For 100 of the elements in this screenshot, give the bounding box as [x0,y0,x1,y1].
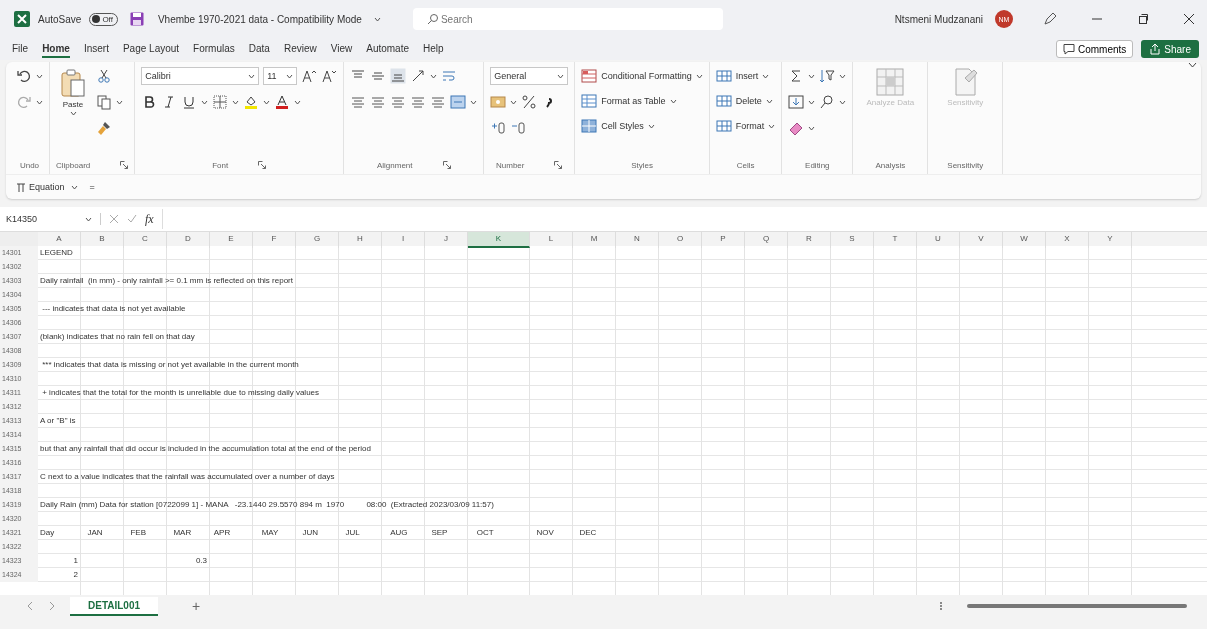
menu-tab[interactable]: Automate [366,40,410,58]
undo-icon[interactable] [16,68,32,84]
column-header[interactable]: F [253,232,296,248]
menu-tab[interactable]: File [12,40,29,58]
menu-tab[interactable]: Formulas [193,40,235,58]
column-header[interactable]: H [339,232,382,248]
column-header[interactable]: G [296,232,339,248]
caret-icon[interactable] [510,99,518,105]
caret-icon[interactable] [839,99,847,105]
command-button[interactable]: Cell Styles [581,116,703,136]
caret-icon[interactable] [808,73,816,79]
decrease-decimal-icon[interactable] [510,120,527,136]
column-header[interactable]: B [81,232,124,248]
share-button[interactable]: Share [1141,40,1199,58]
command-button[interactable]: Format [715,116,776,136]
caret-icon[interactable] [286,73,294,79]
insert-function-button[interactable]: fx [145,211,154,227]
sheet-tab[interactable]: DETAIL001 [70,596,159,616]
column-header[interactable]: T [874,232,917,248]
check-icon[interactable] [127,214,137,224]
previous-sheet-icon[interactable] [26,601,34,611]
column-header[interactable]: R [788,232,831,248]
next-sheet-icon[interactable] [48,601,56,611]
caret-icon[interactable] [762,73,770,79]
caret-icon[interactable] [430,73,438,79]
copy-icon[interactable] [96,94,112,110]
caret-icon[interactable] [647,123,655,129]
equation-button[interactable]: Equation [16,182,65,192]
paintbrush-icon[interactable] [96,120,112,136]
more-options-icon[interactable] [939,601,943,611]
comments-button[interactable]: Comments [1055,40,1134,58]
caret-icon[interactable] [768,123,776,129]
fill-icon[interactable] [788,94,805,110]
increase-font-size-icon[interactable] [301,68,318,84]
menu-tab[interactable]: Home [42,40,70,58]
orientation-icon[interactable] [410,68,427,84]
column-header[interactable]: P [702,232,745,248]
column-header[interactable]: U [917,232,960,248]
caret-icon[interactable] [557,73,565,79]
dialog-launcher-icon[interactable] [554,161,563,169]
column-header[interactable]: M [573,232,616,248]
column-header[interactable]: O [659,232,702,248]
percent-icon[interactable] [521,94,538,110]
dialog-launcher-icon[interactable] [258,161,267,169]
caret-icon[interactable] [695,73,703,79]
column-header[interactable]: D [167,232,210,248]
menu-tab[interactable]: Insert [83,40,109,58]
document-title[interactable]: Vhembe 1970-2021 data - Compatibility Mode [157,13,362,25]
caret-icon[interactable] [116,99,123,105]
add-sheet-button[interactable]: + [192,598,201,614]
column-header[interactable]: S [831,232,874,248]
restore-icon[interactable] [1137,13,1149,25]
caret-icon[interactable] [294,99,302,105]
command-button[interactable]: Insert [715,66,776,86]
font-name-field[interactable]: Calibri [141,67,260,85]
caret-icon[interactable] [232,99,240,105]
caret-icon[interactable] [70,184,78,190]
caret-icon[interactable] [69,111,77,116]
menu-tab[interactable]: Review [283,40,317,58]
menu-tab[interactable]: View [330,40,353,58]
column-header[interactable]: I [382,232,425,248]
column-header[interactable]: L [530,232,573,248]
command-button[interactable]: Delete [715,91,776,111]
column-header[interactable]: K [468,232,530,248]
equals-button[interactable]: = [89,182,95,192]
column-header[interactable]: N [616,232,659,248]
column-header[interactable]: E [210,232,253,248]
increase-decimal-icon[interactable] [490,120,507,136]
decrease-font-size-icon[interactable] [321,68,338,84]
column-header[interactable]: Y [1089,232,1132,248]
command-button[interactable]: Conditional Formatting [581,66,703,86]
caret-icon[interactable] [808,99,816,105]
caret-icon[interactable] [373,16,381,22]
search-field[interactable]: Search [412,8,723,30]
caret-icon[interactable] [839,73,847,79]
menu-tab[interactable]: Page Layout [122,40,180,58]
font-color-icon[interactable] [274,94,291,110]
eraser-icon[interactable] [788,120,805,136]
name-box[interactable]: K14350 [6,214,92,224]
caret-icon[interactable] [248,73,256,79]
dialog-launcher-icon[interactable] [120,161,129,169]
caret-icon[interactable] [36,73,43,79]
column-header[interactable]: W [1003,232,1046,248]
caret-icon[interactable] [85,216,92,222]
command-button[interactable]: Format as Table [581,91,703,111]
borders-icon[interactable] [212,94,229,110]
caret-icon[interactable] [201,99,209,105]
scissors-icon[interactable] [96,68,112,84]
caret-icon[interactable] [36,99,43,105]
sort-filter-icon[interactable] [819,68,836,84]
column-header[interactable]: X [1046,232,1089,248]
menu-tab[interactable]: Help [423,40,444,58]
caret-icon[interactable] [470,99,478,105]
caret-icon[interactable] [765,98,773,104]
close-icon[interactable] [1183,13,1195,25]
fill-color-icon[interactable] [243,94,260,110]
caret-icon[interactable] [263,99,271,105]
dialog-launcher-icon[interactable] [442,161,451,169]
paste-button[interactable]: Paste [56,66,90,156]
column-header[interactable]: V [960,232,1003,248]
